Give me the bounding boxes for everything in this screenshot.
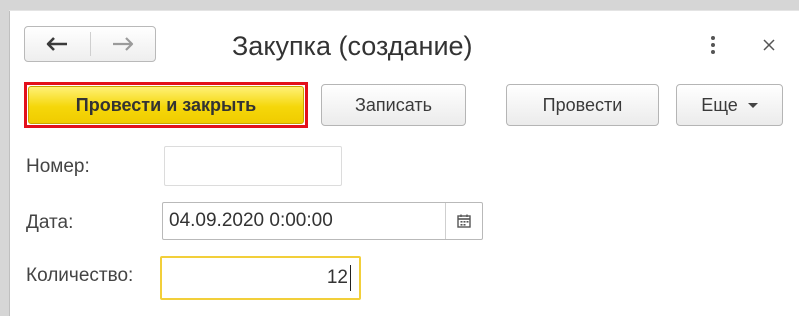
window-left-border xyxy=(9,10,10,316)
date-value: 04.09.2020 0:00:00 xyxy=(169,210,333,231)
window-top-border xyxy=(9,10,799,11)
calendar-button[interactable] xyxy=(446,203,482,239)
text-cursor xyxy=(350,265,351,291)
more-button-label: Еще xyxy=(701,94,738,115)
number-field[interactable] xyxy=(164,146,342,186)
window-title: Закупка (создание) xyxy=(232,31,473,61)
date-field[interactable]: 04.09.2020 0:00:00 xyxy=(162,202,483,240)
number-label: Номер: xyxy=(26,156,90,177)
back-button[interactable] xyxy=(25,27,90,61)
forward-button[interactable] xyxy=(91,27,156,61)
highlight-frame: Провести и закрыть xyxy=(24,82,308,128)
write-button[interactable]: Записать xyxy=(321,84,466,126)
vertical-dots-icon xyxy=(711,36,715,54)
window-top-edge xyxy=(0,0,799,10)
close-icon xyxy=(763,39,775,51)
quantity-label: Количество: xyxy=(26,265,134,286)
navigation-group xyxy=(24,26,156,62)
quantity-value: 12 xyxy=(326,267,348,288)
date-label: Дата: xyxy=(26,212,74,233)
document-form-window: Закупка (создание) Провести и закрыть За… xyxy=(0,0,799,316)
more-button[interactable]: Еще xyxy=(676,84,783,126)
window-left-edge xyxy=(0,0,9,316)
arrow-left-icon xyxy=(46,37,68,51)
calendar-icon xyxy=(457,214,471,228)
chevron-down-icon xyxy=(747,102,758,108)
quantity-field[interactable]: 12 xyxy=(160,256,361,300)
more-actions-icon[interactable] xyxy=(706,33,720,57)
arrow-right-icon xyxy=(112,37,133,51)
close-button[interactable] xyxy=(758,34,780,56)
post-and-close-button[interactable]: Провести и закрыть xyxy=(28,86,304,124)
post-button[interactable]: Провести xyxy=(506,84,659,126)
